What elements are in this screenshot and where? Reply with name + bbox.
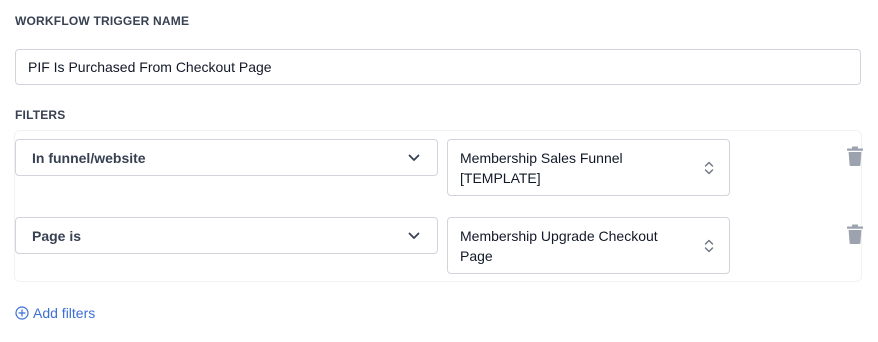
filter-field-label: Page is [32, 227, 82, 244]
chevron-down-icon [408, 154, 420, 161]
updown-chevron-icon [704, 161, 714, 174]
workflow-trigger-name-input[interactable] [15, 49, 861, 85]
plus-circle-icon [15, 306, 29, 320]
trash-icon[interactable] [846, 224, 864, 244]
filter-field-select[interactable]: In funnel/website [15, 139, 438, 176]
filter-field-label: In funnel/website [32, 149, 146, 166]
filter-value-select[interactable]: Membership Upgrade Checkout Page [447, 217, 730, 274]
filters-label: FILTERS [15, 108, 66, 122]
filter-value-label: Membership Upgrade Checkout Page [460, 227, 658, 264]
add-filters-button[interactable]: Add filters [15, 305, 95, 321]
chevron-down-icon [408, 232, 420, 239]
filter-field-select[interactable]: Page is [15, 217, 438, 254]
workflow-trigger-name-label: WORKFLOW TRIGGER NAME [15, 14, 190, 28]
filter-value-select[interactable]: Membership Sales Funnel [TEMPLATE] [447, 139, 730, 196]
trash-icon[interactable] [846, 146, 864, 166]
filter-value-label: Membership Sales Funnel [TEMPLATE] [460, 149, 623, 186]
updown-chevron-icon [704, 239, 714, 252]
add-filters-label: Add filters [33, 305, 96, 321]
